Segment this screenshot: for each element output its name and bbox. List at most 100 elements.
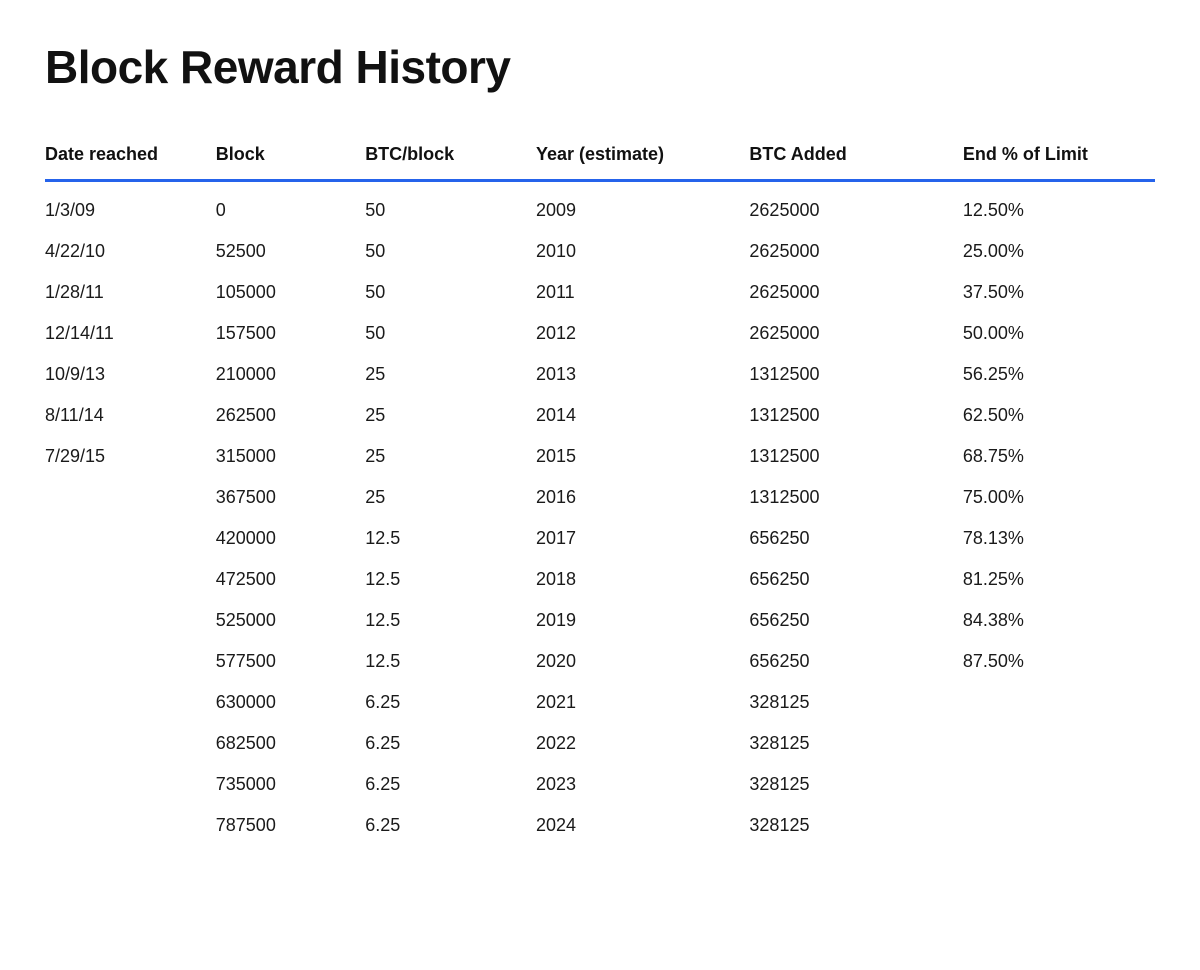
cell-block: 105000 bbox=[216, 272, 365, 313]
cell-year: 2019 bbox=[536, 600, 749, 641]
cell-btcadded: 2625000 bbox=[749, 181, 962, 232]
table-row: 42000012.5201765625078.13% bbox=[45, 518, 1155, 559]
cell-year: 2014 bbox=[536, 395, 749, 436]
cell-date: 4/22/10 bbox=[45, 231, 216, 272]
cell-endlimit: 84.38% bbox=[963, 600, 1155, 641]
cell-btcblock: 50 bbox=[365, 313, 536, 354]
table-row: 7350006.252023328125 bbox=[45, 764, 1155, 805]
cell-block: 315000 bbox=[216, 436, 365, 477]
cell-date: 1/28/11 bbox=[45, 272, 216, 313]
table-row: 6300006.252021328125 bbox=[45, 682, 1155, 723]
table-row: 7/29/15315000252015131250068.75% bbox=[45, 436, 1155, 477]
cell-endlimit: 25.00% bbox=[963, 231, 1155, 272]
cell-btcadded: 1312500 bbox=[749, 395, 962, 436]
cell-btcadded: 328125 bbox=[749, 805, 962, 846]
cell-endlimit bbox=[963, 764, 1155, 805]
cell-endlimit: 75.00% bbox=[963, 477, 1155, 518]
cell-date bbox=[45, 477, 216, 518]
col-header-block: Block bbox=[216, 134, 365, 181]
cell-year: 2021 bbox=[536, 682, 749, 723]
cell-date: 7/29/15 bbox=[45, 436, 216, 477]
table-row: 52500012.5201965625084.38% bbox=[45, 600, 1155, 641]
cell-btcadded: 2625000 bbox=[749, 231, 962, 272]
cell-year: 2020 bbox=[536, 641, 749, 682]
col-header-year: Year (estimate) bbox=[536, 134, 749, 181]
cell-btcadded: 328125 bbox=[749, 723, 962, 764]
cell-endlimit: 81.25% bbox=[963, 559, 1155, 600]
cell-year: 2010 bbox=[536, 231, 749, 272]
cell-date bbox=[45, 600, 216, 641]
table-row: 57750012.5202065625087.50% bbox=[45, 641, 1155, 682]
cell-block: 262500 bbox=[216, 395, 365, 436]
cell-btcblock: 6.25 bbox=[365, 764, 536, 805]
cell-btcadded: 1312500 bbox=[749, 354, 962, 395]
cell-block: 787500 bbox=[216, 805, 365, 846]
cell-endlimit bbox=[963, 805, 1155, 846]
cell-btcblock: 12.5 bbox=[365, 641, 536, 682]
cell-date bbox=[45, 723, 216, 764]
col-header-btcadded: BTC Added bbox=[749, 134, 962, 181]
cell-btcblock: 6.25 bbox=[365, 682, 536, 723]
cell-date bbox=[45, 559, 216, 600]
cell-block: 420000 bbox=[216, 518, 365, 559]
cell-btcadded: 328125 bbox=[749, 764, 962, 805]
table-row: 10/9/13210000252013131250056.25% bbox=[45, 354, 1155, 395]
cell-year: 2012 bbox=[536, 313, 749, 354]
page-title: Block Reward History bbox=[45, 40, 1155, 94]
cell-block: 52500 bbox=[216, 231, 365, 272]
cell-date bbox=[45, 641, 216, 682]
cell-year: 2017 bbox=[536, 518, 749, 559]
cell-date bbox=[45, 682, 216, 723]
col-header-endlimit: End % of Limit bbox=[963, 134, 1155, 181]
cell-block: 735000 bbox=[216, 764, 365, 805]
cell-btcblock: 50 bbox=[365, 272, 536, 313]
cell-block: 367500 bbox=[216, 477, 365, 518]
cell-year: 2016 bbox=[536, 477, 749, 518]
cell-block: 0 bbox=[216, 181, 365, 232]
cell-btcblock: 6.25 bbox=[365, 805, 536, 846]
cell-date bbox=[45, 764, 216, 805]
table-row: 7875006.252024328125 bbox=[45, 805, 1155, 846]
cell-year: 2009 bbox=[536, 181, 749, 232]
cell-date: 1/3/09 bbox=[45, 181, 216, 232]
cell-date: 10/9/13 bbox=[45, 354, 216, 395]
cell-year: 2024 bbox=[536, 805, 749, 846]
cell-block: 577500 bbox=[216, 641, 365, 682]
cell-btcadded: 1312500 bbox=[749, 436, 962, 477]
cell-btcblock: 25 bbox=[365, 395, 536, 436]
cell-block: 630000 bbox=[216, 682, 365, 723]
cell-btcblock: 25 bbox=[365, 354, 536, 395]
cell-btcblock: 6.25 bbox=[365, 723, 536, 764]
cell-block: 210000 bbox=[216, 354, 365, 395]
table-header-row: Date reachedBlockBTC/blockYear (estimate… bbox=[45, 134, 1155, 181]
cell-btcadded: 328125 bbox=[749, 682, 962, 723]
cell-year: 2023 bbox=[536, 764, 749, 805]
cell-endlimit bbox=[963, 682, 1155, 723]
cell-block: 157500 bbox=[216, 313, 365, 354]
cell-year: 2015 bbox=[536, 436, 749, 477]
cell-endlimit bbox=[963, 723, 1155, 764]
cell-btcblock: 12.5 bbox=[365, 518, 536, 559]
cell-btcblock: 12.5 bbox=[365, 559, 536, 600]
cell-endlimit: 56.25% bbox=[963, 354, 1155, 395]
cell-btcadded: 656250 bbox=[749, 518, 962, 559]
table-row: 4/22/1052500502010262500025.00% bbox=[45, 231, 1155, 272]
cell-date bbox=[45, 805, 216, 846]
cell-year: 2011 bbox=[536, 272, 749, 313]
table-row: 1/3/090502009262500012.50% bbox=[45, 181, 1155, 232]
cell-endlimit: 37.50% bbox=[963, 272, 1155, 313]
cell-endlimit: 50.00% bbox=[963, 313, 1155, 354]
cell-btcadded: 2625000 bbox=[749, 313, 962, 354]
table-row: 367500252016131250075.00% bbox=[45, 477, 1155, 518]
cell-date: 8/11/14 bbox=[45, 395, 216, 436]
table-row: 6825006.252022328125 bbox=[45, 723, 1155, 764]
table-body: 1/3/090502009262500012.50%4/22/105250050… bbox=[45, 181, 1155, 847]
cell-block: 682500 bbox=[216, 723, 365, 764]
cell-year: 2022 bbox=[536, 723, 749, 764]
cell-year: 2018 bbox=[536, 559, 749, 600]
cell-btcadded: 2625000 bbox=[749, 272, 962, 313]
table-row: 8/11/14262500252014131250062.50% bbox=[45, 395, 1155, 436]
cell-btcblock: 25 bbox=[365, 477, 536, 518]
col-header-date: Date reached bbox=[45, 134, 216, 181]
cell-btcblock: 25 bbox=[365, 436, 536, 477]
